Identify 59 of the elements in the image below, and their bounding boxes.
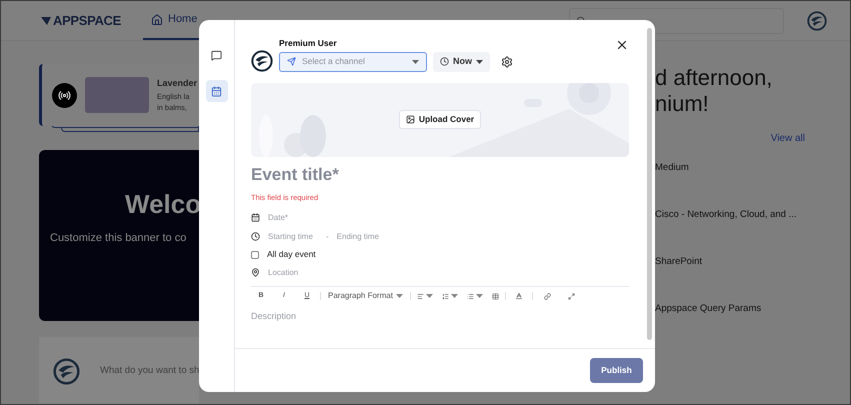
avatar-icon	[807, 10, 827, 30]
bullet-list-icon	[466, 292, 474, 300]
ordered-list-icon	[442, 292, 449, 300]
text-color-icon[interactable]	[514, 292, 523, 300]
description-field[interactable]: Description	[251, 310, 629, 324]
caret-icon	[396, 294, 403, 298]
end-time-field[interactable]: Ending time	[336, 230, 397, 242]
channel-name[interactable]: Appspace Query Params	[655, 302, 805, 316]
paragraph-format-dropdown[interactable]: Paragraph Format	[324, 290, 407, 302]
table-icon[interactable]	[492, 292, 499, 300]
channel-name[interactable]: Medium	[655, 161, 805, 175]
date-field[interactable]: Date*	[268, 212, 368, 224]
location-field[interactable]: Location	[268, 266, 368, 278]
banner-title: Welco	[124, 188, 199, 221]
banner-subtitle: Customize this banner to co	[49, 230, 188, 246]
caret-icon	[450, 294, 458, 298]
channel-select[interactable]: Select a channel	[279, 52, 427, 72]
rail-tab[interactable]	[206, 80, 228, 102]
expand-icon[interactable]	[568, 292, 575, 300]
photo-placeholder	[85, 77, 149, 113]
view-all-link[interactable]: View all	[770, 131, 805, 146]
logo-icon	[41, 16, 51, 24]
all-day-checkbox[interactable]	[251, 250, 259, 258]
avatar-icon	[53, 358, 80, 385]
send-icon	[287, 57, 296, 66]
map-pin-icon	[251, 268, 260, 277]
start-time-field[interactable]: Starting time	[268, 230, 318, 242]
publish-button[interactable]: Publish	[590, 358, 643, 383]
clock-icon	[440, 57, 449, 66]
scrollbar[interactable]	[647, 28, 652, 340]
calendar-icon	[251, 213, 260, 222]
channel-name[interactable]: SharePoint	[655, 255, 805, 269]
event-title-field[interactable]: Event title*	[251, 162, 629, 187]
caret-icon	[412, 60, 419, 64]
channel-name[interactable]: Cisco - Networking, Cloud, and ...	[655, 208, 805, 222]
greeting-text: nium!	[655, 91, 710, 117]
user-name: Premium User	[279, 37, 338, 50]
schedule-button[interactable]: Now	[433, 52, 490, 72]
logo-text: APPSPACE	[53, 12, 121, 30]
settings-icon[interactable]	[501, 56, 513, 68]
clock-icon	[251, 232, 260, 241]
avatar-icon	[251, 50, 273, 72]
link-icon[interactable]	[544, 292, 551, 300]
upload-cover-button[interactable]: Upload Cover	[398, 110, 482, 130]
composer-placeholder[interactable]: What do you want to sh	[100, 364, 200, 378]
greeting-text: d afternoon,	[655, 65, 774, 91]
caret-icon	[476, 60, 483, 64]
caret-icon	[476, 294, 483, 298]
align-left-icon	[416, 292, 424, 300]
calendar-icon	[211, 86, 222, 96]
broadcast-icon	[52, 82, 77, 108]
close-icon[interactable]	[615, 38, 629, 52]
image-icon	[406, 115, 415, 124]
time-separator: -	[326, 230, 329, 242]
all-day-label: All day event	[267, 248, 316, 261]
caret-icon	[426, 294, 433, 298]
home-icon	[151, 14, 163, 26]
chat-icon	[211, 50, 222, 60]
card-title: Lavender	[157, 77, 198, 90]
